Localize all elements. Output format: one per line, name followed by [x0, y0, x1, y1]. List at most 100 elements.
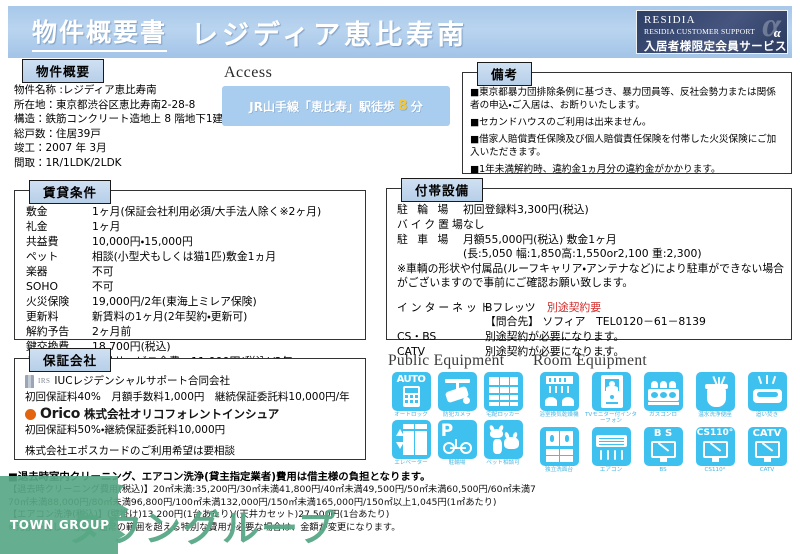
equipment-item[interactable]: B S BS	[637, 426, 689, 473]
equipment-label: 宅配ロッカー	[486, 412, 520, 418]
epos-note: 株式会社エポスカードのご利用希望は要相談	[25, 445, 235, 457]
remarks-panel: 備考 ■東京都暴力団排除条例に基づき、暴力団員等、反社会勢力または関係者の申込・…	[462, 62, 792, 175]
overview-line-units: 総戸数：住居39戸	[14, 127, 101, 140]
remarks-tab-label: 備考	[477, 62, 533, 86]
access-minutes-unit: 分	[410, 99, 423, 114]
equipment-item[interactable]: 温水洗浄便座	[689, 372, 741, 425]
equipment-label: 追い焚き	[755, 412, 779, 418]
rent-conditions-body: 敷金 1ヶ月(保証会社利用必須/大手法人除く※2ヶ月) 礼金 1ヶ月 共益費 10,0…	[15, 191, 365, 370]
rent-row-value: 新賃料の1ヶ月(2年契約・更新可)	[92, 310, 248, 323]
equipment-item[interactable]: CS110° CS110°	[689, 426, 741, 473]
iuc-brand-row: IRS IUCレジデンシャルサポート合同会社	[25, 373, 365, 389]
orico-company-name: 株式会社オリコフォレントインシュア	[84, 407, 280, 421]
facilities-tab-label: 付帯設備	[401, 178, 484, 202]
access-minutes: 8	[397, 98, 408, 114]
equipment-item[interactable]: 追い焚き	[741, 372, 793, 425]
air-conditioner-icon	[591, 426, 631, 466]
rent-row-value: 1ヶ月(保証会社利用必須/大手法人除く※2ヶ月)	[92, 205, 322, 218]
tv-intercom-icon	[591, 372, 631, 411]
equipment-item[interactable]: 浴室換気乾燥機	[533, 372, 585, 425]
overview-line-address: 所在地：東京都渋谷区恵比寿南2-28-8	[14, 98, 196, 111]
csbs-label: CS・BS	[397, 330, 437, 343]
remarks-body: ■東京都暴力団排除条例に基づき、暴力団員等、反社会勢力または関係者の申込・ご入居…	[463, 73, 791, 180]
parking-size-note: (長:5,050 幅:1,850高:1,550or2,100 重:2,300)	[463, 247, 702, 260]
overview-line-completed: 竣工：2007 年 3月	[14, 142, 107, 154]
rent-row: 礼金 1ヶ月	[26, 219, 365, 234]
facilities-panel: 付帯設備 駐 輪 場初回登録料3,300円(税込) バイク置場 なし 駐 車 場月…	[386, 178, 792, 358]
parking-note-line1: ※車輌の形状や付属品(ルーフキャリア・アンテナなど)により駐車ができない場合	[397, 261, 784, 275]
rent-row-key: 解約予告	[26, 325, 70, 338]
page-header: 物件概要書 レジディア恵比寿南 α RESIDIA RESIDIA CUSTOM…	[8, 6, 792, 58]
rent-row-key: 礼金	[26, 220, 48, 233]
remark-item: ■セカンドハウスのご利用は出来ません。	[470, 117, 652, 128]
property-name-title: レジディア恵比寿南	[191, 19, 469, 51]
rent-row-value: 19,000円/2年(東海上ミレア保険)	[92, 295, 257, 308]
rent-row-key: 共益費	[26, 235, 59, 248]
reheating-bath-icon	[747, 372, 787, 411]
rent-row-value: 不可	[92, 280, 114, 293]
equipment-item[interactable]: 独立洗面台	[533, 426, 585, 473]
equipment-label: 浴室換気乾燥機	[539, 412, 579, 418]
overview-panel: 物件概要 物件名称 :レジディア恵比寿南 所在地：東京都渋谷区恵比寿南2-28-…	[8, 59, 223, 174]
equipment-item[interactable]: エアコン	[585, 426, 637, 473]
rent-row: SOHO 不可	[26, 279, 365, 294]
residia-support-label: RESIDIA CUSTOMER SUPPORT	[644, 27, 755, 36]
separate-washstand-icon	[539, 426, 579, 466]
facility-row-value: 月額55,000円(税込) 敷金1ヶ月	[463, 233, 617, 246]
remark-item: ■東京都暴力団排除条例に基づき、暴力団員等、反社会勢力または関係者の申込・ご入居…	[470, 87, 776, 111]
bicycle-parking-icon: P	[437, 420, 477, 460]
parking-note-line2: がございますので事前にご確認お願い致します。	[397, 276, 634, 289]
internet-contact: 【問合先】 ソフィア TEL0120－61－8139	[485, 314, 706, 328]
internet-provider: Bフレッツ	[485, 300, 536, 314]
orico-brand-label: Orico	[40, 406, 81, 422]
equipment-label: 駐輪場	[448, 460, 466, 467]
equipment-label: 防犯カメラ	[443, 412, 471, 418]
internet-label: インターネット	[397, 300, 494, 314]
internet-contract-flag: 別途契約要	[547, 300, 602, 314]
cs110-icon: CS110°	[695, 426, 735, 466]
access-title: Access	[224, 64, 273, 81]
rent-row: 更新料 新賃料の1ヶ月(2年契約・更新可)	[26, 309, 365, 324]
catv-icon: CATV	[747, 426, 787, 466]
rent-row-value: 2ヶ月前	[92, 325, 132, 338]
rent-row: ペット 相談(小型犬もしくは猫1匹)敷金1ヵ月	[26, 249, 365, 264]
remark-item: ■1年未満解約時、違約金1ヵ月分の違約金がかかります。	[470, 164, 721, 175]
equipment-label: TVモニター付インターフォン	[585, 412, 637, 425]
security-camera-icon	[437, 372, 477, 411]
facility-row-key: 駐 車 場	[397, 233, 452, 246]
gas-stove-icon	[643, 372, 683, 411]
residia-brand-label: RESIDIA	[644, 14, 696, 26]
overview-body: 物件名称 :レジディア恵比寿南 所在地：東京都渋谷区恵比寿南2-28-8 構造：…	[8, 70, 223, 170]
residia-logo: α RESIDIA RESIDIA CUSTOMER SUPPORT α 入居者…	[636, 10, 788, 54]
rent-row-key: 更新料	[26, 310, 59, 323]
equipment-label: ガスコンロ	[649, 412, 677, 418]
equipment-item[interactable]: エレベーター	[388, 420, 434, 466]
access-section: Access JR山手線「恵比寿」駅徒歩 8 分	[222, 64, 450, 128]
equipment-item[interactable]: CATV CATV	[741, 426, 793, 473]
rent-row-key: ペット	[26, 250, 59, 263]
page-title: 物件概要書	[32, 13, 168, 52]
csbs-value: 別途契約が必要になります。	[485, 330, 625, 343]
rent-row: 敷金 1ヶ月(保証会社利用必須/大手法人除く※2ヶ月)	[26, 204, 365, 219]
rent-row: 楽器 不可	[26, 264, 365, 279]
washlet-icon	[695, 372, 735, 411]
public-equipment-grid: AUTO オートロック 防犯カメラ 宅配ロッカー エレベーター P 駐輪場 ペッ…	[388, 372, 528, 469]
property-summary-page: 物件概要書 レジディア恵比寿南 α RESIDIA RESIDIA CUSTOM…	[0, 0, 800, 554]
equipment-item[interactable]: 宅配ロッカー	[480, 372, 526, 418]
pet-allowed-icon	[483, 420, 523, 460]
public-equipment-title: Public Equipment	[388, 352, 505, 369]
equipment-item[interactable]: P 駐輪場	[434, 420, 480, 466]
equipment-item[interactable]: AUTO オートロック	[388, 372, 434, 418]
facility-row-value: 初回登録料3,300円(税込)	[463, 203, 589, 216]
equipment-item[interactable]: ペット相談可	[480, 420, 526, 466]
internet-row: インターネット Bフレッツ 別途契約要	[397, 300, 791, 315]
equipment-item[interactable]: TVモニター付インターフォン	[585, 372, 637, 425]
facility-row-key: バイク置場	[397, 218, 466, 231]
equipment-item[interactable]: ガスコンロ	[637, 372, 689, 425]
iuc-logo-icon	[25, 374, 34, 388]
watermark-en-label: TOWN GROUP	[10, 518, 110, 532]
catv-badge-text: CATV	[752, 427, 782, 439]
rent-row-value: 18,700円(税込)	[92, 340, 171, 353]
equipment-item[interactable]: 防犯カメラ	[434, 372, 480, 418]
iuc-company-name: IUCレジデンシャルサポート合同会社	[54, 375, 231, 387]
